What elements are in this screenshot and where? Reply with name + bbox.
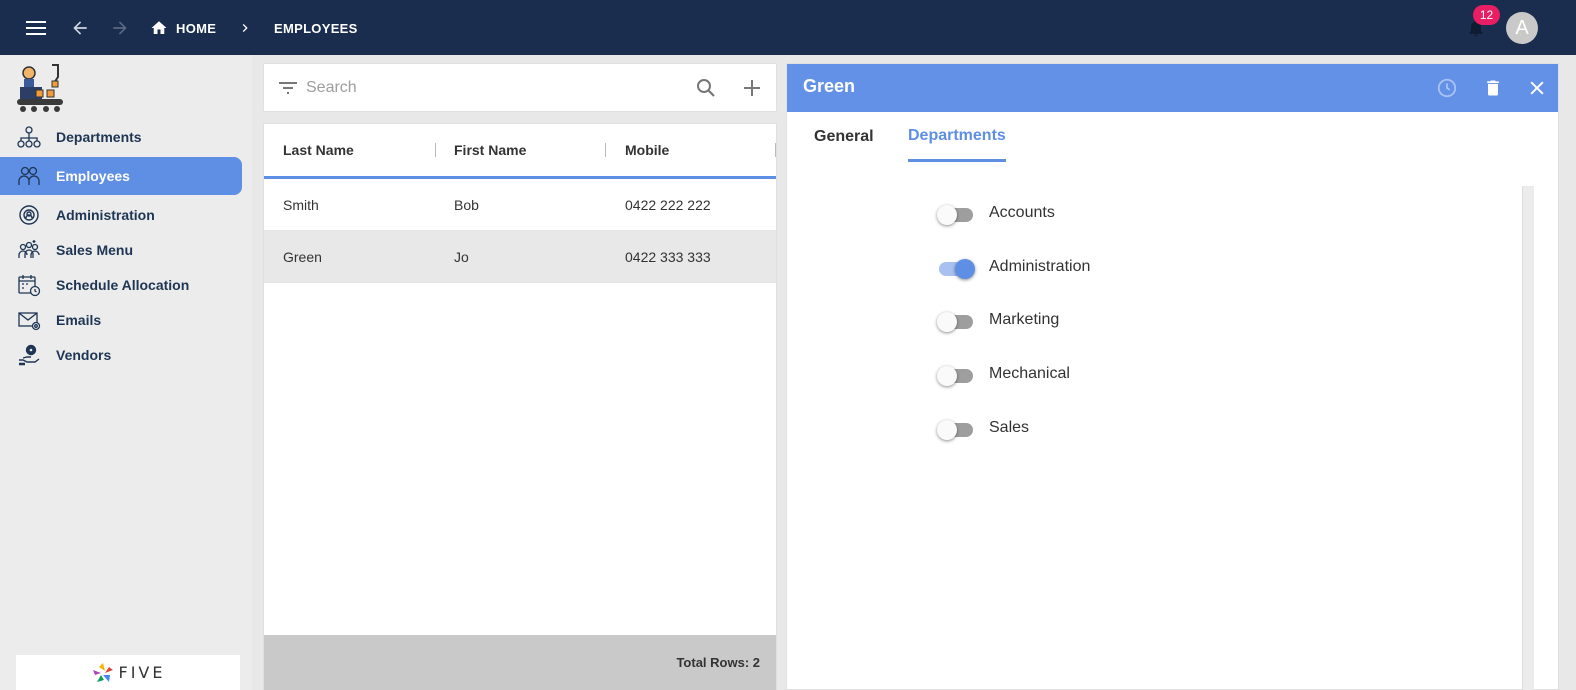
column-header-first-name[interactable]: First Name xyxy=(454,124,526,176)
chevron-right-icon xyxy=(236,14,254,42)
table-header: Last Name First Name Mobile xyxy=(264,124,776,179)
cell-first-name: Bob xyxy=(454,196,479,213)
sidebar-item-label: Emails xyxy=(56,312,102,328)
sidebar-item-employees[interactable]: Employees xyxy=(0,157,242,195)
forward-arrow-icon[interactable] xyxy=(106,14,134,42)
cell-first-name: Jo xyxy=(454,248,469,265)
five-logo: FIVE xyxy=(16,655,240,690)
department-toggle-administration: Administration xyxy=(937,252,1090,282)
column-header-mobile[interactable]: Mobile xyxy=(625,124,669,176)
toggle-label: Mechanical xyxy=(989,365,1070,382)
department-toggle-mechanical: Mechanical xyxy=(937,359,1070,389)
breadcrumb-home[interactable]: HOME xyxy=(150,14,216,42)
app-logo xyxy=(14,61,66,113)
five-star-icon xyxy=(92,662,113,682)
back-arrow-icon[interactable] xyxy=(66,14,94,42)
total-rows: Total Rows: 2 xyxy=(264,635,776,690)
search-icon[interactable] xyxy=(694,76,718,100)
user-avatar[interactable]: A xyxy=(1506,12,1538,44)
toggle-switch[interactable] xyxy=(937,418,973,440)
detail-title: Green xyxy=(803,76,856,96)
sidebar-item-label: Sales Menu xyxy=(56,242,134,258)
scrollbar[interactable] xyxy=(1522,186,1534,690)
sidebar-item-label: Departments xyxy=(56,129,142,145)
filter-icon[interactable] xyxy=(276,76,300,100)
toggle-label: Accounts xyxy=(989,204,1055,221)
cell-mobile: 0422 222 222 xyxy=(625,196,711,213)
delete-icon[interactable] xyxy=(1481,76,1505,100)
tab-departments[interactable]: Departments xyxy=(908,112,1006,162)
cell-last-name: Smith xyxy=(283,196,319,213)
sidebar-item-label: Administration xyxy=(56,207,155,223)
notification-badge: 12 xyxy=(1473,5,1500,25)
detail-panel: Green General Departments Accounts Admin… xyxy=(786,63,1559,690)
department-toggle-accounts: Accounts xyxy=(937,198,1055,228)
table-row[interactable]: Smith Bob 0422 222 222 xyxy=(264,179,776,231)
column-divider[interactable] xyxy=(605,143,606,157)
tab-general[interactable]: General xyxy=(814,112,874,162)
sidebar-item-label: Employees xyxy=(56,168,130,184)
schedule-icon xyxy=(16,272,42,298)
menu-icon[interactable] xyxy=(22,14,50,42)
column-divider[interactable] xyxy=(775,143,776,157)
column-divider[interactable] xyxy=(435,143,436,157)
sidebar-item-sales-menu[interactable]: Sales Menu xyxy=(0,231,242,269)
detail-tabs: General Departments xyxy=(787,112,1558,164)
departments-icon xyxy=(16,124,42,150)
table-row[interactable]: Green Jo 0422 333 333 xyxy=(264,231,776,283)
sidebar-item-label: Vendors xyxy=(56,347,112,363)
sidebar: Departments Employees Administration Sal… xyxy=(0,55,252,690)
cell-last-name: Green xyxy=(283,248,322,265)
sidebar-item-administration[interactable]: Administration xyxy=(0,196,242,234)
search-bar xyxy=(263,63,777,112)
five-logo-text: FIVE xyxy=(118,663,166,682)
sidebar-item-departments[interactable]: Departments xyxy=(0,118,242,156)
breadcrumb-current: EMPLOYEES xyxy=(274,14,358,42)
department-toggle-marketing: Marketing xyxy=(937,305,1059,335)
close-icon[interactable] xyxy=(1525,76,1549,100)
sidebar-item-vendors[interactable]: Vendors xyxy=(0,336,242,374)
department-toggle-sales: Sales xyxy=(937,413,1029,443)
toggle-switch[interactable] xyxy=(937,203,973,225)
sales-menu-icon xyxy=(16,237,42,263)
toggle-label: Marketing xyxy=(989,311,1060,328)
toggle-label: Administration xyxy=(989,258,1091,275)
employees-icon xyxy=(16,163,42,189)
cell-mobile: 0422 333 333 xyxy=(625,248,711,265)
toggle-switch[interactable] xyxy=(937,257,975,279)
toggle-switch[interactable] xyxy=(937,310,973,332)
search-input[interactable] xyxy=(306,74,686,102)
employee-table: Last Name First Name Mobile Smith Bob 04… xyxy=(263,123,777,690)
toggle-label: Sales xyxy=(989,419,1030,436)
emails-icon xyxy=(16,307,42,333)
breadcrumb-home-label: HOME xyxy=(176,20,217,36)
sidebar-item-emails[interactable]: Emails xyxy=(0,301,242,339)
home-icon xyxy=(151,21,167,34)
column-header-last-name[interactable]: Last Name xyxy=(283,124,354,176)
detail-header: Green xyxy=(787,64,1558,112)
breadcrumb-current-label: EMPLOYEES xyxy=(274,20,358,36)
sidebar-item-label: Schedule Allocation xyxy=(56,277,190,293)
history-icon[interactable] xyxy=(1435,76,1459,100)
administration-icon xyxy=(16,202,42,228)
vendors-icon xyxy=(16,342,42,368)
top-app-bar: HOME EMPLOYEES 12 A xyxy=(0,0,1576,55)
add-icon[interactable] xyxy=(740,76,764,100)
sidebar-item-schedule-allocation[interactable]: Schedule Allocation xyxy=(0,266,242,304)
toggle-switch[interactable] xyxy=(937,364,973,386)
